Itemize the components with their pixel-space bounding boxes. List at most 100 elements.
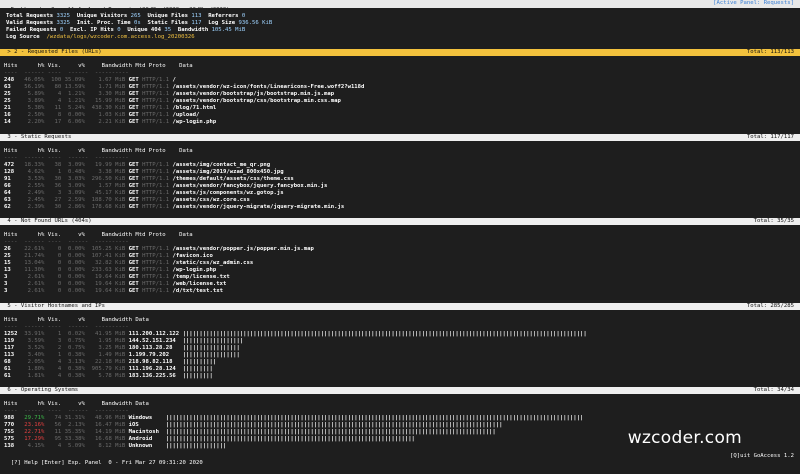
panel-header[interactable]: 6 - Operating Systems Total: 34/34 xyxy=(0,387,800,394)
help-hint[interactable]: [?] Help [Enter] Exp. Panel 0 - Fri Mar … xyxy=(11,460,203,466)
os-cell: Unknown xyxy=(128,443,153,449)
table-row[interactable]: 25 3.89% 4 1.21% 15.99 MiB GET HTTP/1.1/asset… xyxy=(4,98,375,105)
table-row[interactable]: 68 2.05% 4 3.13% 22.18 MiB 218.98.82.118 ||||… xyxy=(4,359,587,366)
method-cell: GET xyxy=(128,176,139,182)
visitors-percent-cell: 2.86% xyxy=(68,204,85,210)
table-row[interactable]: 3 2.61% 0 0.00% 19.64 KiB GET HTTP/1.1/d/txt/… xyxy=(4,288,375,295)
bandwidth-cell: 2.21 KiB xyxy=(98,119,126,125)
hits-cell: 138 xyxy=(4,443,15,449)
share-bar: |||||||||| xyxy=(182,359,217,365)
visitors-cell: 27 xyxy=(54,197,62,203)
hits-cell: 472 xyxy=(4,162,15,168)
table-header: Hits h% Vis. v% Bandwidth Mtd Proto Data xyxy=(4,232,193,238)
visitors-percent-cell: 0.75% xyxy=(68,345,85,351)
table-row[interactable]: 91 3.53% 30 3.03% 296.50 KiB GET HTTP/1.1/the… xyxy=(4,176,375,183)
table-row[interactable]: 61 1.81% 4 0.38% 5.78 MiB 183.136.225.56 ||||… xyxy=(4,373,587,380)
table-row[interactable]: 117 3.52% 2 0.75% 3.25 MiB 180.113.28.28 ||||… xyxy=(4,345,587,352)
table-row[interactable]: 1252 33.91% 1 0.02% 41.95 MiB 111.200.112.12… xyxy=(4,331,587,338)
table-row[interactable]: 770 23.16% 56 2.13% 16.47 MiB iOS |||||||||||… xyxy=(4,422,583,429)
hits-cell: 25 xyxy=(4,98,11,104)
table-header-rule: ---- ------ ---- ------ ---------- xyxy=(4,408,129,414)
table-row[interactable]: 25 21.74% 0 0.00% 107.41 KiB GET HTTP/1.1/fav… xyxy=(4,253,375,260)
hits-cell: 248 xyxy=(4,77,15,83)
method-cell: GET xyxy=(128,183,139,189)
protocol-cell: HTTP/1.1 xyxy=(142,281,170,287)
quit-hint[interactable]: [Q]uit GoAccess 1.2 xyxy=(730,453,794,460)
table-row[interactable]: 62 2.39% 30 2.86% 178.68 KiB GET HTTP/1.1/ass… xyxy=(4,204,375,211)
hits-percent-cell: 1.80% xyxy=(27,366,45,372)
visitors-cell: 38 xyxy=(54,162,62,168)
metric-value: 3325 xyxy=(56,13,71,19)
table-row[interactable]: 14 2.20% 17 6.06% 2.21 KiB GET HTTP/1.1/wp-lo… xyxy=(4,119,375,126)
status-bar: [?] Help [Enter] Exp. Panel 0 - Fri Mar … xyxy=(4,453,794,466)
protocol-cell: HTTP/1.1 xyxy=(142,204,170,210)
table-row[interactable]: 26 22.61% 0 0.00% 105.25 KiB GET HTTP/1.1/ass… xyxy=(4,246,375,253)
table-row[interactable]: 755 22.71% 11 35.35% 14.19 MiB Macintosh ||||… xyxy=(4,429,583,436)
method-cell: GET xyxy=(128,162,139,168)
visitors-cell: 2 xyxy=(57,345,62,351)
metric-value: 0s xyxy=(134,20,141,26)
bandwidth-cell: 8.12 MiB xyxy=(98,443,126,449)
visitors-percent-cell: 1.21% xyxy=(68,98,85,104)
table-row[interactable]: 113 3.40% 1 0.38% 1.49 MiB 1.199.79.202 |||||… xyxy=(4,352,587,359)
table-row[interactable]: 3 2.61% 0 0.00% 19.64 KiB GET HTTP/1.1/web/li… xyxy=(4,281,375,288)
table-row[interactable]: 3 2.61% 0 0.00% 19.64 KiB GET HTTP/1.1/temp/l… xyxy=(4,274,375,281)
hits-cell: 988 xyxy=(4,415,15,421)
table-row[interactable]: 21 5.38% 11 5.24% 438.30 KiB GET HTTP/1.1/blo… xyxy=(4,105,375,112)
table-row[interactable]: 64 2.49% 3 3.09% 45.17 KiB GET HTTP/1.1/asset… xyxy=(4,190,375,197)
table-row[interactable]: 138 4.15% 4 5.09% 8.12 MiB Unknown ||||||||||… xyxy=(4,443,583,450)
table-row[interactable]: 63 2.45% 27 2.59% 188.70 KiB GET HTTP/1.1/ass… xyxy=(4,197,375,204)
protocol-cell: HTTP/1.1 xyxy=(142,84,170,90)
ip-cell: 111.196.28.124 xyxy=(128,366,176,372)
request-path-cell: /assets/img/contact_me_qr.png xyxy=(172,162,271,168)
metric-value: 265 xyxy=(130,13,141,19)
protocol-cell: HTTP/1.1 xyxy=(142,77,170,83)
share-bar: |||||||||||||||||| xyxy=(182,338,244,344)
hits-percent-cell: 3.40% xyxy=(27,352,45,358)
table-row[interactable]: 25 5.89% 4 1.21% 3.30 MiB GET HTTP/1.1/assets… xyxy=(4,91,375,98)
panel-header[interactable]: 4 - Not Found URLs (404s) Total: 35/35 xyxy=(0,218,800,225)
table-row[interactable]: 575 17.29% 95 33.38% 16.68 MiB Android ||||||… xyxy=(4,436,583,443)
visitors-cell: 4 xyxy=(57,373,62,379)
hits-percent-cell: 33.91% xyxy=(24,331,45,337)
panel-header[interactable]: > 2 - Requested Files (URLs) Total: 113/1… xyxy=(0,49,800,56)
table-row[interactable]: 63 56.19% 80 13.59% 1.71 MiB GET HTTP/1.1/ass… xyxy=(4,84,375,91)
table-row[interactable]: 248 46.05% 100 35.09% 1.67 MiB GET HTTP/1.1/ xyxy=(4,77,375,84)
visitors-cell: 95 xyxy=(54,436,62,442)
method-cell: GET xyxy=(128,169,139,175)
table-row[interactable]: 66 2.55% 36 3.09% 1.57 MiB GET HTTP/1.1/asset… xyxy=(4,183,375,190)
visitors-cell: 1 xyxy=(57,331,62,337)
hits-cell: 770 xyxy=(4,422,15,428)
panel-header[interactable]: 5 - Visitor Hostnames and IPs Total: 285/… xyxy=(0,303,800,310)
metric-value: 35 xyxy=(164,27,172,33)
ip-cell: 1.199.79.202 xyxy=(128,352,170,358)
table-row[interactable]: 16 2.50% 8 0.00% 1.03 KiB GET HTTP/1.1/upload… xyxy=(4,112,375,119)
hits-percent-cell: 2.05% xyxy=(27,359,45,365)
table-row[interactable]: 988 29.71% 74 31.31% 48.96 MiB Windows ||||||… xyxy=(4,415,583,422)
panel-title: > 2 - Requested Files (URLs) xyxy=(4,49,102,55)
table-row[interactable]: 119 3.59% 3 0.75% 1.95 MiB 144.52.151.234 |||… xyxy=(4,338,587,345)
method-cell: GET xyxy=(128,84,139,90)
table-row[interactable]: 128 4.62% 1 0.48% 3.38 MiB GET HTTP/1.1/asset… xyxy=(4,169,375,176)
visitors-percent-cell: 5.09% xyxy=(68,443,85,449)
summary-row: Log Source /wzdata/logs/wzcoder.com.acce… xyxy=(6,34,272,41)
visitors-cell: 0 xyxy=(57,274,62,280)
visitors-percent-cell: 0.00% xyxy=(68,253,85,259)
visitors-cell: 1 xyxy=(57,169,62,175)
visitors-percent-cell: 1.21% xyxy=(68,91,85,97)
os-cell: Macintosh xyxy=(128,429,159,435)
hits-percent-cell: 2.20% xyxy=(27,119,45,125)
table-row[interactable]: 13 11.30% 0 0.00% 233.63 KiB GET HTTP/1.1/wp-… xyxy=(4,267,375,274)
visitors-cell: 4 xyxy=(57,359,62,365)
table-header: Hits h% Vis. v% Bandwidth Mtd Proto Data xyxy=(4,63,193,69)
protocol-cell: HTTP/1.1 xyxy=(142,190,170,196)
table-row[interactable]: 15 13.04% 0 0.00% 32.82 KiB GET HTTP/1.1/stat… xyxy=(4,260,375,267)
table-row[interactable]: 61 1.80% 4 0.38% 905.79 KiB 111.196.28.124 ||… xyxy=(4,366,587,373)
bandwidth-cell: 1.67 MiB xyxy=(98,77,126,83)
table-row[interactable]: 472 18.33% 38 3.09% 19.99 MiB GET HTTP/1.1/as… xyxy=(4,162,375,169)
ip-cell: 111.200.112.122 xyxy=(128,331,180,337)
metric-value: 113 xyxy=(191,13,202,19)
bandwidth-cell: 5.78 MiB xyxy=(98,373,126,379)
panel-header[interactable]: 3 - Static Requests Total: 117/117 xyxy=(0,134,800,141)
hits-cell: 61 xyxy=(4,366,11,372)
